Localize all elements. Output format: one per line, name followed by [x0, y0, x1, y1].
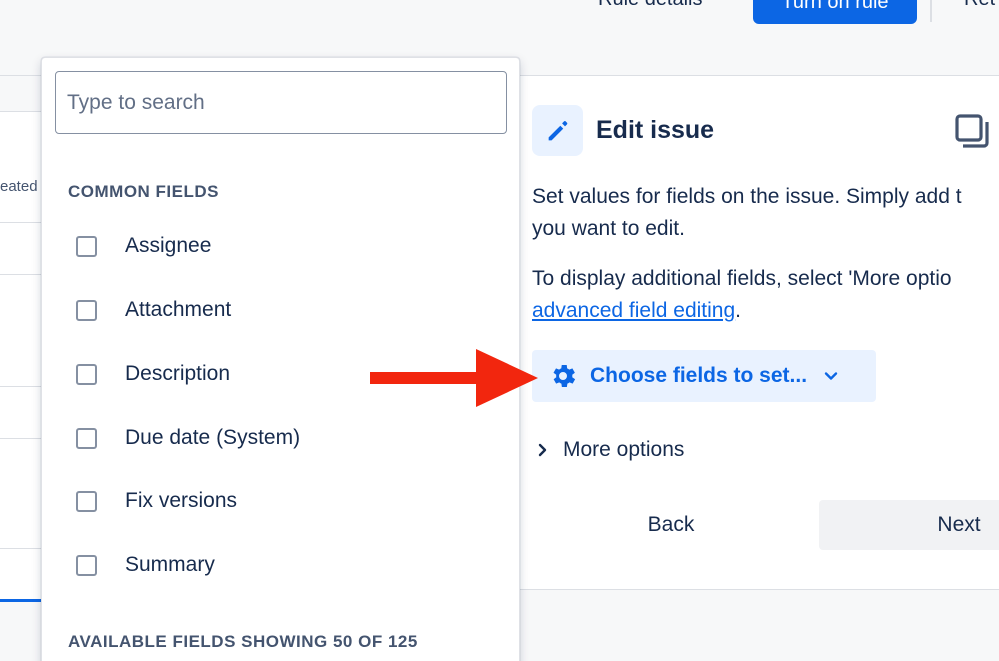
panel-title: Edit issue — [596, 116, 715, 144]
choose-fields-button[interactable]: Choose fields to set... — [532, 350, 876, 402]
checkbox[interactable] — [76, 299, 97, 321]
checkbox[interactable] — [76, 363, 97, 385]
description-line: you want to edit. — [532, 217, 685, 240]
field-option-assignee[interactable]: Assignee — [76, 226, 211, 266]
description-line: Set values for fields on the issue. Simp… — [532, 185, 962, 208]
checkbox[interactable] — [76, 554, 97, 576]
column-label: eated — [0, 178, 38, 195]
chevron-right-icon — [537, 442, 549, 458]
topbar-divider — [930, 0, 932, 22]
chevron-down-icon — [823, 368, 839, 384]
more-options-toggle[interactable]: More options — [537, 438, 684, 462]
field-option-label: Fix versions — [125, 489, 238, 512]
return-link[interactable]: Ret — [964, 0, 995, 11]
additional-suffix: . — [735, 299, 741, 322]
gear-icon — [548, 361, 578, 391]
field-option-attachment[interactable]: Attachment — [76, 290, 231, 330]
choose-fields-label: Choose fields to set... — [590, 364, 808, 387]
field-option-summary[interactable]: Summary — [76, 545, 215, 585]
field-option-label: Description — [125, 362, 231, 385]
annotation-arrow-icon — [370, 349, 538, 407]
field-option-label: Summary — [125, 553, 215, 576]
copy-icon[interactable] — [954, 113, 990, 156]
next-button[interactable]: Next — [819, 500, 999, 550]
field-option-fix-versions[interactable]: Fix versions — [76, 481, 237, 521]
additional-fields-note: To display additional fields, select 'Mo… — [532, 263, 999, 327]
turn-on-rule-button[interactable]: Turn on rule — [753, 0, 917, 24]
field-option-description[interactable]: Description — [76, 354, 230, 394]
edit-issue-panel: Edit issue Set values for fields on the … — [519, 76, 999, 590]
field-option-due-date[interactable]: Due date (System) — [76, 418, 300, 458]
panel-description: Set values for fields on the issue. Simp… — [532, 181, 999, 245]
field-search-input[interactable] — [55, 71, 507, 134]
rule-details-link[interactable]: Rule details — [598, 0, 703, 11]
field-option-label: Attachment — [125, 298, 232, 321]
available-fields-heading: AVAILABLE FIELDS SHOWING 50 OF 125 — [68, 632, 418, 651]
checkbox[interactable] — [76, 427, 97, 449]
common-fields-heading: COMMON FIELDS — [68, 182, 219, 201]
field-option-label: Due date (System) — [125, 426, 301, 449]
checkbox[interactable] — [76, 235, 97, 257]
more-options-label: More options — [563, 438, 685, 461]
advanced-field-editing-link[interactable]: advanced field editing — [532, 299, 735, 322]
back-button[interactable]: Back — [631, 500, 711, 550]
additional-line: To display additional fields, select 'Mo… — [532, 267, 952, 290]
pencil-icon — [532, 105, 583, 156]
checkbox[interactable] — [76, 490, 97, 512]
field-option-label: Assignee — [125, 234, 212, 257]
